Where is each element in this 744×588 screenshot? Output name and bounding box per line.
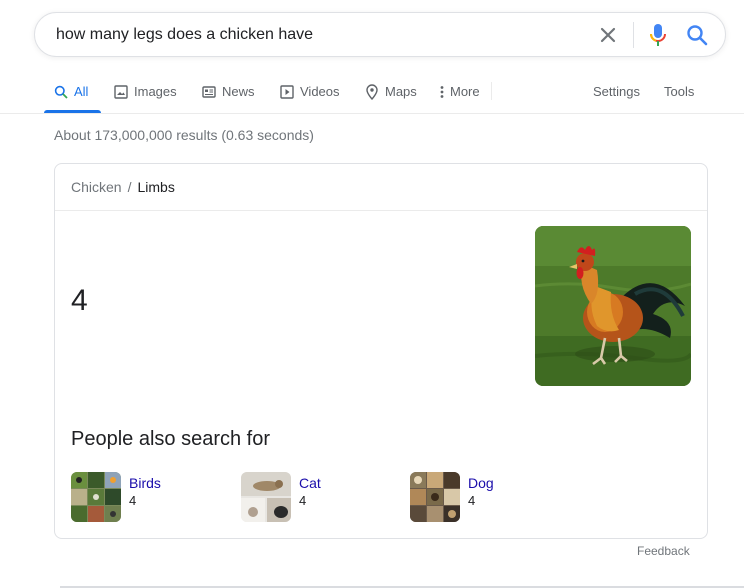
search-icon[interactable]	[685, 23, 709, 47]
map-pin-icon	[366, 83, 378, 100]
tab-more[interactable]: More	[440, 70, 480, 113]
tab-maps[interactable]: Maps	[365, 70, 417, 113]
related-name: Birds	[129, 475, 161, 491]
tab-label: All	[74, 84, 89, 99]
more-vert-icon	[440, 85, 444, 98]
tab-label: News	[222, 84, 255, 99]
tools-link[interactable]: Tools	[664, 70, 694, 113]
breadcrumb-item-chicken[interactable]: Chicken	[71, 179, 122, 195]
news-icon	[202, 85, 216, 98]
search-icon	[54, 85, 68, 99]
answer-card: Chicken / Limbs 4 People also search for…	[54, 163, 708, 539]
searchbar-divider	[633, 22, 634, 48]
tab-label: More	[450, 84, 480, 99]
tabs-divider	[0, 113, 744, 114]
breadcrumb: Chicken / Limbs	[71, 179, 175, 195]
birds-thumbnail	[71, 472, 121, 522]
dog-thumbnail	[410, 472, 460, 522]
search-box[interactable]	[34, 12, 726, 57]
card-divider	[55, 210, 707, 211]
related-value: 4	[299, 493, 307, 508]
tab-images[interactable]: Images	[114, 70, 177, 113]
settings-label: Settings	[593, 84, 640, 99]
related-name: Cat	[299, 475, 321, 491]
tab-label: Images	[134, 84, 177, 99]
result-stats: About 173,000,000 results (0.63 seconds)	[54, 127, 314, 143]
tab-label: Maps	[385, 84, 417, 99]
related-name: Dog	[468, 475, 494, 491]
search-input[interactable]	[56, 25, 576, 45]
related-item-birds[interactable]: Birds 4	[71, 472, 161, 524]
breadcrumb-item-limbs: Limbs	[137, 179, 175, 195]
breadcrumb-separator: /	[127, 179, 132, 195]
feedback-link[interactable]: Feedback	[637, 544, 690, 558]
people-also-search-title: People also search for	[71, 428, 271, 450]
video-icon	[280, 84, 294, 99]
cat-thumbnail	[241, 472, 291, 522]
settings-link[interactable]: Settings	[593, 70, 640, 113]
image-icon	[114, 84, 128, 99]
related-item-cat[interactable]: Cat 4	[241, 472, 321, 524]
related-value: 4	[129, 493, 137, 508]
chicken-image[interactable]	[535, 226, 691, 386]
related-item-dog[interactable]: Dog 4	[410, 472, 494, 524]
tab-all[interactable]: All	[54, 70, 88, 113]
tab-videos[interactable]: Videos	[280, 70, 340, 113]
answer-value: 4	[71, 284, 88, 317]
tab-label: Videos	[300, 84, 340, 99]
tab-news[interactable]: News	[202, 70, 255, 113]
tabs-separator	[491, 82, 492, 100]
microphone-icon[interactable]	[646, 22, 670, 48]
clear-icon[interactable]	[597, 24, 619, 46]
search-tabs: All Images News Videos Maps More Setting…	[0, 70, 744, 114]
tools-label: Tools	[664, 84, 695, 99]
related-value: 4	[468, 493, 476, 508]
